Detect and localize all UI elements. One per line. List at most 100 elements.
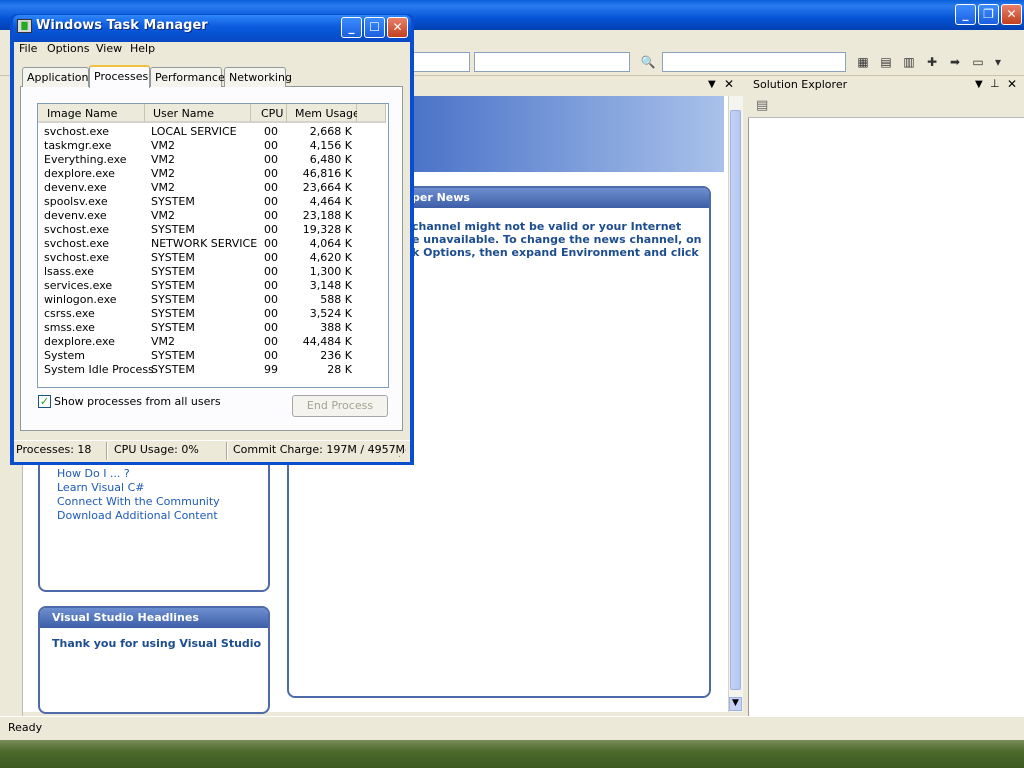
link-community[interactable]: Connect With the Community [57,495,220,508]
end-process-button[interactable]: End Process [292,395,388,417]
process-mem-usage: 4,064 K [309,237,352,250]
process-mem-usage: 4,156 K [309,139,352,152]
table-row[interactable]: dexplore.exe VM2 00 44,484 K [38,335,386,349]
process-image-name: svchost.exe [44,223,110,236]
tab-networking[interactable]: Networking [224,67,292,87]
scrollbar-thumb[interactable] [730,110,741,690]
process-cpu: 00 [264,293,278,306]
table-row[interactable]: spoolsv.exe SYSTEM 00 4,464 K [38,195,386,209]
status-separator [106,442,108,460]
table-row[interactable]: System Idle Process SYSTEM 99 28 K [38,363,386,377]
vs-restore-button[interactable]: ❐ [978,4,999,25]
table-row[interactable]: svchost.exe NETWORK SERVICE 00 4,064 K [38,237,386,251]
tab-performance[interactable]: Performance [150,67,225,87]
minimize-button[interactable]: _ [341,17,362,38]
properties-icon[interactable]: ▦ [855,54,871,70]
close-document-icon[interactable]: ✕ [724,77,734,91]
news-line-1: channel might not be valid or your Inter… [412,220,682,233]
config-combo[interactable] [412,52,470,72]
process-mem-usage: 19,328 K [302,223,352,236]
object-browser-icon[interactable]: ▤ [878,54,894,70]
toolbox-icon[interactable]: ✚ [924,54,940,70]
process-user-name: LOCAL SERVICE [151,125,237,138]
process-image-name: lsass.exe [44,265,94,278]
menu-help[interactable]: Help [130,42,155,56]
table-row[interactable]: System SYSTEM 00 236 K [38,349,386,363]
process-image-name: spoolsv.exe [44,195,108,208]
menu-view[interactable]: View [96,42,122,56]
start-page-banner [412,96,724,172]
table-row[interactable]: svchost.exe SYSTEM 00 4,620 K [38,251,386,265]
table-row[interactable]: services.exe SYSTEM 00 3,148 K [38,279,386,293]
process-mem-usage: 4,620 K [309,251,352,264]
process-image-name: taskmgr.exe [44,139,112,152]
command-window-icon[interactable]: ▭ [970,54,986,70]
platform-combo[interactable] [474,52,630,72]
status-text: Ready [8,721,43,734]
link-how-do-i[interactable]: How Do I ... ? [57,467,130,480]
process-user-name: NETWORK SERVICE [151,237,258,250]
process-user-name: SYSTEM [151,363,195,376]
column-cpu[interactable]: CPU [251,104,287,123]
toolbar-dropdown-icon[interactable]: ▾ [990,54,1006,70]
headlines-title: Visual Studio Headlines [40,608,268,628]
properties-icon[interactable]: ▤ [756,98,768,113]
process-mem-usage: 28 K [327,363,352,376]
process-user-name: VM2 [151,335,176,348]
process-cpu: 00 [264,153,278,166]
process-cpu: 00 [264,307,278,320]
vs-status-bar [0,716,1024,740]
news-line-3: k Options, then expand Environment and c… [412,246,699,259]
table-row[interactable]: svchost.exe SYSTEM 00 19,328 K [38,223,386,237]
table-row[interactable]: csrss.exe SYSTEM 00 3,524 K [38,307,386,321]
process-image-name: Everything.exe [44,153,127,166]
column-mem-usage[interactable]: Mem Usage [287,104,360,123]
menu-file[interactable]: File [19,42,37,56]
start-page-icon[interactable]: ➡ [947,54,963,70]
resize-grip-icon[interactable]: ⋰ [398,449,407,459]
menu-options[interactable]: Options [47,42,89,56]
column-user-name[interactable]: User Name [145,104,251,123]
process-cpu: 00 [264,335,278,348]
link-download-content[interactable]: Download Additional Content [57,509,218,522]
pane-dropdown-icon[interactable]: ▼ [975,79,983,90]
table-row[interactable]: devenv.exe VM2 00 23,664 K [38,181,386,195]
table-row[interactable]: taskmgr.exe VM2 00 4,156 K [38,139,386,153]
table-row[interactable]: lsass.exe SYSTEM 00 1,300 K [38,265,386,279]
show-all-processes-label[interactable]: Show processes from all users [54,395,221,408]
link-learn-csharp[interactable]: Learn Visual C# [57,481,144,494]
process-mem-usage: 1,300 K [309,265,352,278]
process-cpu: 00 [264,195,278,208]
process-user-name: SYSTEM [151,293,195,306]
table-row[interactable]: Everything.exe VM2 00 6,480 K [38,153,386,167]
close-button[interactable]: ✕ [387,17,408,38]
close-pane-icon[interactable]: ✕ [1007,77,1017,91]
tab-processes[interactable]: Processes [89,65,150,88]
table-row[interactable]: devenv.exe VM2 00 23,188 K [38,209,386,223]
tab-applications[interactable]: Applications [22,67,94,87]
process-user-name: SYSTEM [151,265,195,278]
process-user-name: SYSTEM [151,195,195,208]
process-mem-usage: 44,484 K [302,335,352,348]
class-view-icon[interactable]: ▥ [901,54,917,70]
process-cpu: 00 [264,237,278,250]
process-user-name: VM2 [151,209,176,222]
status-process-count: Processes: 18 [16,443,92,456]
find-combo[interactable] [662,52,846,72]
process-image-name: System [44,349,86,362]
vs-close-button[interactable]: ✕ [1001,4,1022,25]
process-image-name: csrss.exe [44,307,95,320]
vs-minimize-button[interactable]: _ [955,4,976,25]
auto-hide-pin-icon[interactable]: ⊥ [990,77,1000,90]
table-row[interactable]: winlogon.exe SYSTEM 00 588 K [38,293,386,307]
table-row[interactable]: svchost.exe LOCAL SERVICE 00 2,668 K [38,125,386,139]
maximize-button[interactable]: ☐ [364,17,385,38]
table-row[interactable]: smss.exe SYSTEM 00 388 K [38,321,386,335]
tab-list-dropdown-icon[interactable]: ▼ [708,79,716,90]
process-cpu: 00 [264,349,278,362]
find-icon[interactable]: 🔍 [640,54,656,70]
scroll-down-icon[interactable]: ▼ [729,697,742,711]
table-row[interactable]: dexplore.exe VM2 00 46,816 K [38,167,386,181]
column-image-name[interactable]: Image Name [38,104,145,123]
show-all-processes-checkbox[interactable]: ✓ [38,395,51,408]
